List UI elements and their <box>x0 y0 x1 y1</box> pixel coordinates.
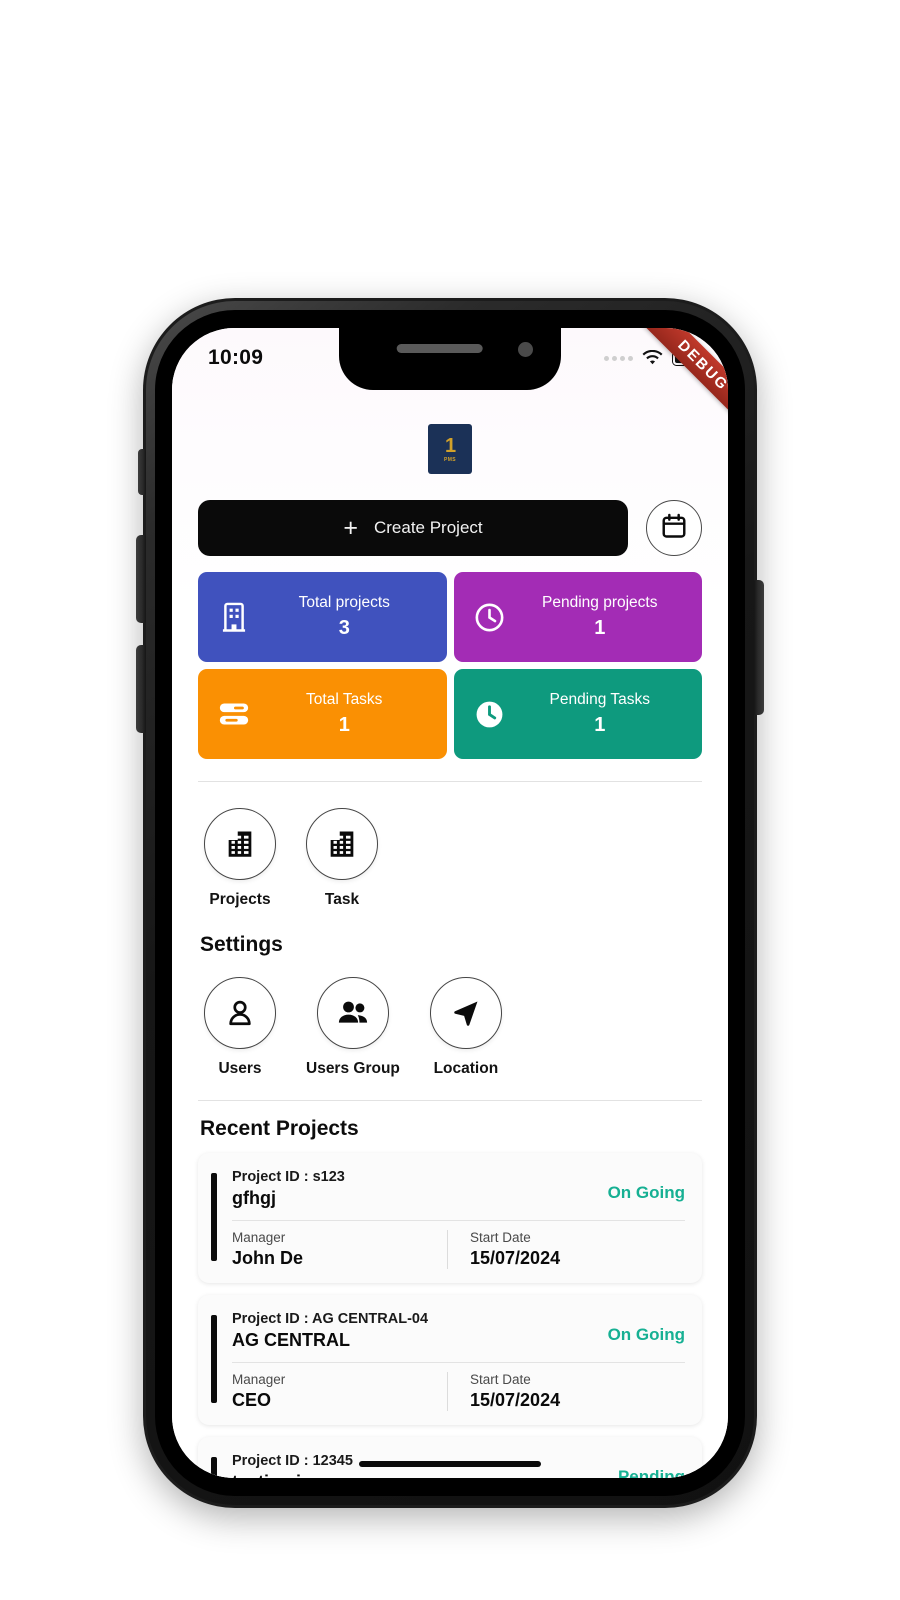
settings-section-title: Settings <box>200 933 283 956</box>
stat-value: 1 <box>594 617 606 639</box>
project-card[interactable]: Project ID : AG CENTRAL-04 AG CENTRAL On… <box>198 1295 702 1425</box>
card-divider <box>232 1362 685 1363</box>
project-id: Project ID : s123 <box>232 1169 345 1185</box>
phone-screen: DEBUG 10:09 1 PMS + Create Project Total… <box>172 328 728 1478</box>
project-id: Project ID : AG CENTRAL-04 <box>232 1311 429 1327</box>
project-card[interactable]: Project ID : s123 gfhgj On Going Manager… <box>198 1153 702 1283</box>
project-name: testing ios <box>232 1472 353 1478</box>
front-camera <box>518 342 533 357</box>
status-badge: On Going <box>607 1183 685 1202</box>
manager-value: CEO <box>232 1390 272 1410</box>
apartment-icon <box>204 808 276 880</box>
quick-link-projects[interactable]: Projects <box>204 808 276 909</box>
tasks-icon <box>212 701 256 727</box>
project-name: gfhgj <box>232 1188 276 1208</box>
stats-grid: Total projects 3 Pending projects 1 Tota… <box>198 572 702 759</box>
person-outline-icon <box>204 977 276 1049</box>
settings-item-label: Users Group <box>306 1060 400 1077</box>
stat-value: 3 <box>338 617 350 639</box>
status-bar-indicators <box>604 350 706 366</box>
app-logo: 1 PMS <box>172 388 728 500</box>
wifi-icon <box>642 350 663 366</box>
status-bar-time: 10:09 <box>208 346 264 369</box>
stat-card-pending-projects[interactable]: Pending projects 1 <box>453 572 702 662</box>
stat-card-total-projects[interactable]: Total projects 3 <box>198 572 447 662</box>
start-date-value: 15/07/2024 <box>470 1390 561 1410</box>
stat-label: Total Tasks <box>306 691 383 708</box>
project-accent-bar <box>211 1173 217 1261</box>
silent-switch-button[interactable] <box>138 449 146 495</box>
power-button[interactable] <box>754 580 764 715</box>
create-project-button[interactable]: + Create Project <box>198 500 628 556</box>
battery-icon <box>672 350 706 366</box>
stat-value: 1 <box>338 714 350 736</box>
status-badge: Pending <box>617 1467 685 1478</box>
quick-link-task[interactable]: Task <box>306 808 378 909</box>
quick-link-label: Projects <box>209 891 271 908</box>
stat-value: 1 <box>594 714 606 736</box>
screenshot-canvas: DEBUG 10:09 1 PMS + Create Project Total… <box>0 0 900 1600</box>
scroll-content[interactable]: + Create Project Total projects 3 Pendin… <box>172 500 728 1478</box>
manager-key: Manager <box>232 1372 286 1387</box>
apartment-icon <box>306 808 378 880</box>
logo-subtext: PMS <box>443 456 457 463</box>
volume-down-button[interactable] <box>136 645 146 733</box>
logo-badge: 1 PMS <box>428 424 472 474</box>
volume-up-button[interactable] <box>136 535 146 623</box>
plus-icon: + <box>343 513 358 542</box>
calendar-button[interactable] <box>646 500 702 556</box>
calendar-icon <box>660 512 688 545</box>
manager-value: John De <box>232 1248 304 1268</box>
create-project-label: Create Project <box>373 518 483 537</box>
clock-outline-icon <box>468 601 512 634</box>
recent-projects-title: Recent Projects <box>200 1117 359 1140</box>
logo-mark: 1 <box>444 434 456 457</box>
settings-item-users-group[interactable]: Users Group <box>306 977 400 1078</box>
project-accent-bar <box>211 1315 217 1403</box>
project-id: Project ID : 12345 <box>232 1453 353 1469</box>
start-date-key: Start Date <box>470 1230 531 1245</box>
start-date-key: Start Date <box>470 1372 531 1387</box>
earpiece-speaker <box>396 344 483 353</box>
status-badge: On Going <box>607 1325 685 1344</box>
stat-card-total-tasks[interactable]: Total Tasks 1 <box>198 669 447 759</box>
stat-label: Pending projects <box>542 594 658 611</box>
stat-label: Total projects <box>298 594 390 611</box>
quick-links-row: Projects Task <box>198 782 702 909</box>
settings-item-users[interactable]: Users <box>204 977 276 1078</box>
start-date-value: 15/07/2024 <box>470 1248 561 1268</box>
project-name: AG CENTRAL <box>232 1330 350 1350</box>
notch <box>339 328 561 390</box>
card-divider <box>232 1220 685 1221</box>
settings-row: Users Users Group Location <box>198 957 702 1078</box>
project-card[interactable]: Project ID : 12345 testing ios Pending <box>198 1437 702 1478</box>
create-project-row: + Create Project <box>198 500 702 556</box>
home-indicator[interactable] <box>359 1461 541 1467</box>
people-filled-icon <box>316 977 389 1049</box>
quick-link-label: Task <box>324 891 360 908</box>
building-icon <box>212 601 256 633</box>
settings-item-label: Location <box>433 1060 499 1077</box>
project-accent-bar <box>211 1457 217 1478</box>
manager-key: Manager <box>232 1230 286 1245</box>
settings-item-label: Users <box>218 1060 262 1077</box>
navigation-arrow-icon <box>429 977 502 1049</box>
clock-filled-icon <box>468 698 512 731</box>
app-root: 10:09 1 PMS + Create Project Total proje… <box>172 328 728 1478</box>
stat-card-pending-tasks[interactable]: Pending Tasks 1 <box>453 669 702 759</box>
signal-dots-icon <box>604 355 633 361</box>
settings-item-location[interactable]: Location <box>429 977 502 1078</box>
stat-label: Pending Tasks <box>549 691 651 708</box>
